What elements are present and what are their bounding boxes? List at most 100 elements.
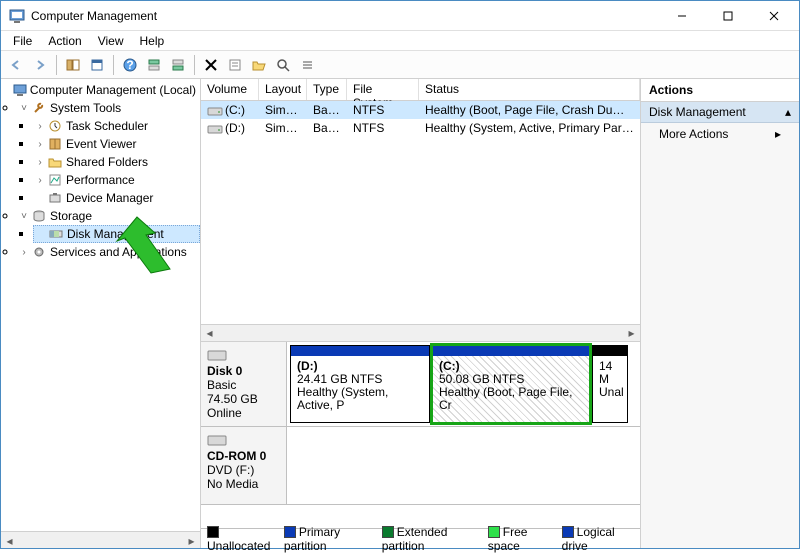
toolbar: ? xyxy=(1,51,799,79)
volume-list: Volume Layout Type File System Status (C… xyxy=(201,79,640,342)
actions-header: Actions xyxy=(641,79,799,102)
swatch-icon xyxy=(382,526,394,538)
book-icon xyxy=(47,136,63,152)
legend-free: Free space xyxy=(488,525,554,553)
back-button[interactable] xyxy=(5,54,27,76)
col-fs[interactable]: File System xyxy=(347,79,419,100)
drive-icon xyxy=(207,105,223,117)
properties-button[interactable] xyxy=(86,54,108,76)
disk-info[interactable]: CD-ROM 0DVD (F:)No Media xyxy=(201,427,287,504)
svg-text:?: ? xyxy=(126,58,133,72)
close-button[interactable] xyxy=(751,1,797,31)
partition[interactable]: (C:)50.08 GB NTFSHealthy (Boot, Page Fil… xyxy=(432,345,590,423)
menu-bar: File Action View Help xyxy=(1,31,799,51)
main-area: ▾ Computer Management (Local) ˅ System T… xyxy=(1,79,799,548)
delete-icon[interactable] xyxy=(200,54,222,76)
legend-logical: Logical drive xyxy=(562,525,634,553)
partition-container xyxy=(287,427,640,504)
menu-view[interactable]: View xyxy=(90,32,132,50)
swatch-icon xyxy=(562,526,574,538)
disk-row: CD-ROM 0DVD (F:)No Media xyxy=(201,427,640,505)
tree-performance[interactable]: ›Performance xyxy=(33,171,200,189)
actions-section[interactable]: Disk Management ▴ xyxy=(641,102,799,123)
tree-pane: ▾ Computer Management (Local) ˅ System T… xyxy=(1,79,201,548)
tree-label: System Tools xyxy=(50,101,121,115)
scroll-left-icon[interactable]: ◂ xyxy=(1,532,18,548)
tree-label: Performance xyxy=(66,173,135,187)
center-pane: Volume Layout Type File System Status (C… xyxy=(201,79,641,548)
swatch-icon xyxy=(488,526,500,538)
volume-list-body: (C:)SimpleBasicNTFSHealthy (Boot, Page F… xyxy=(201,101,640,341)
title-bar: Computer Management xyxy=(1,1,799,31)
tree-storage[interactable]: ˅ Storage xyxy=(17,207,200,225)
forward-button[interactable] xyxy=(29,54,51,76)
show-hide-tree-button[interactable] xyxy=(62,54,84,76)
col-status[interactable]: Status xyxy=(419,79,640,100)
toolbar-separator xyxy=(113,55,114,75)
swatch-icon xyxy=(207,526,219,538)
tree-label: Storage xyxy=(50,209,92,223)
tree-shared-folders[interactable]: ›Shared Folders xyxy=(33,153,200,171)
actions-section-label: Disk Management xyxy=(649,105,746,119)
open-icon[interactable] xyxy=(248,54,270,76)
computer-icon xyxy=(13,82,27,98)
minimize-button[interactable] xyxy=(659,1,705,31)
volume-hscrollbar[interactable]: ◂ ▸ xyxy=(201,324,640,341)
maximize-button[interactable] xyxy=(705,1,751,31)
rescan-icon[interactable] xyxy=(272,54,294,76)
partition[interactable]: 14 MUnal xyxy=(592,345,628,423)
app-icon xyxy=(9,8,25,24)
tree-device-manager[interactable]: ›Device Manager xyxy=(33,189,200,207)
device-icon xyxy=(47,190,63,206)
view-top-button[interactable] xyxy=(143,54,165,76)
view-bottom-button[interactable] xyxy=(167,54,189,76)
swatch-icon xyxy=(284,526,296,538)
scroll-right-icon[interactable]: ▸ xyxy=(183,532,200,548)
tree-system-tools[interactable]: ˅ System Tools xyxy=(17,99,200,117)
tree-label: Device Manager xyxy=(66,191,153,205)
gear-icon xyxy=(31,244,47,260)
tree-services-apps[interactable]: ›Services and Applications xyxy=(17,243,200,261)
disk-row: Disk 0Basic74.50 GBOnline(D:)24.41 GB NT… xyxy=(201,342,640,427)
perf-icon xyxy=(47,172,63,188)
tree-label: Shared Folders xyxy=(66,155,148,169)
clock-icon xyxy=(47,118,63,134)
drive-icon xyxy=(207,123,223,135)
tree-label: Task Scheduler xyxy=(66,119,148,133)
legend-unallocated: Unallocated xyxy=(207,525,276,553)
col-layout[interactable]: Layout xyxy=(259,79,307,100)
scroll-left-icon[interactable]: ◂ xyxy=(201,325,218,342)
tree-task-scheduler[interactable]: ›Task Scheduler xyxy=(33,117,200,135)
tree-label: Event Viewer xyxy=(66,137,136,151)
list-icon[interactable] xyxy=(296,54,318,76)
toolbar-separator xyxy=(56,55,57,75)
volume-row[interactable]: (C:)SimpleBasicNTFSHealthy (Boot, Page F… xyxy=(201,101,640,119)
tree-event-viewer[interactable]: ›Event Viewer xyxy=(33,135,200,153)
legend: Unallocated Primary partition Extended p… xyxy=(201,528,640,548)
partition[interactable]: (D:)24.41 GB NTFSHealthy (System, Active… xyxy=(290,345,430,423)
tree-root[interactable]: ▾ Computer Management (Local) xyxy=(1,81,200,99)
volume-row[interactable]: (D:)SimpleBasicNTFSHealthy (System, Acti… xyxy=(201,119,640,137)
toolbar-separator xyxy=(194,55,195,75)
disk-info[interactable]: Disk 0Basic74.50 GBOnline xyxy=(201,342,287,426)
collapse-icon: ▴ xyxy=(785,105,791,119)
col-volume[interactable]: Volume xyxy=(201,79,259,100)
chevron-right-icon: ▸ xyxy=(775,127,781,141)
actions-more[interactable]: More Actions ▸ xyxy=(641,123,799,145)
tree-root-label: Computer Management (Local) xyxy=(30,83,196,97)
col-type[interactable]: Type xyxy=(307,79,347,100)
legend-primary: Primary partition xyxy=(284,525,374,553)
tree-hscrollbar[interactable]: ◂ ▸ xyxy=(1,531,200,548)
tree-disk-management[interactable]: ›Disk Management xyxy=(33,225,200,243)
disk-graphical-view: Disk 0Basic74.50 GBOnline(D:)24.41 GB NT… xyxy=(201,342,640,528)
menu-help[interactable]: Help xyxy=(132,32,173,50)
volume-list-header: Volume Layout Type File System Status xyxy=(201,79,640,101)
settings-icon[interactable] xyxy=(224,54,246,76)
scroll-right-icon[interactable]: ▸ xyxy=(623,325,640,342)
partition-container: (D:)24.41 GB NTFSHealthy (System, Active… xyxy=(287,342,640,426)
menu-action[interactable]: Action xyxy=(40,32,89,50)
menu-file[interactable]: File xyxy=(5,32,40,50)
legend-extended: Extended partition xyxy=(382,525,480,553)
actions-more-label: More Actions xyxy=(659,127,728,141)
help-button[interactable]: ? xyxy=(119,54,141,76)
